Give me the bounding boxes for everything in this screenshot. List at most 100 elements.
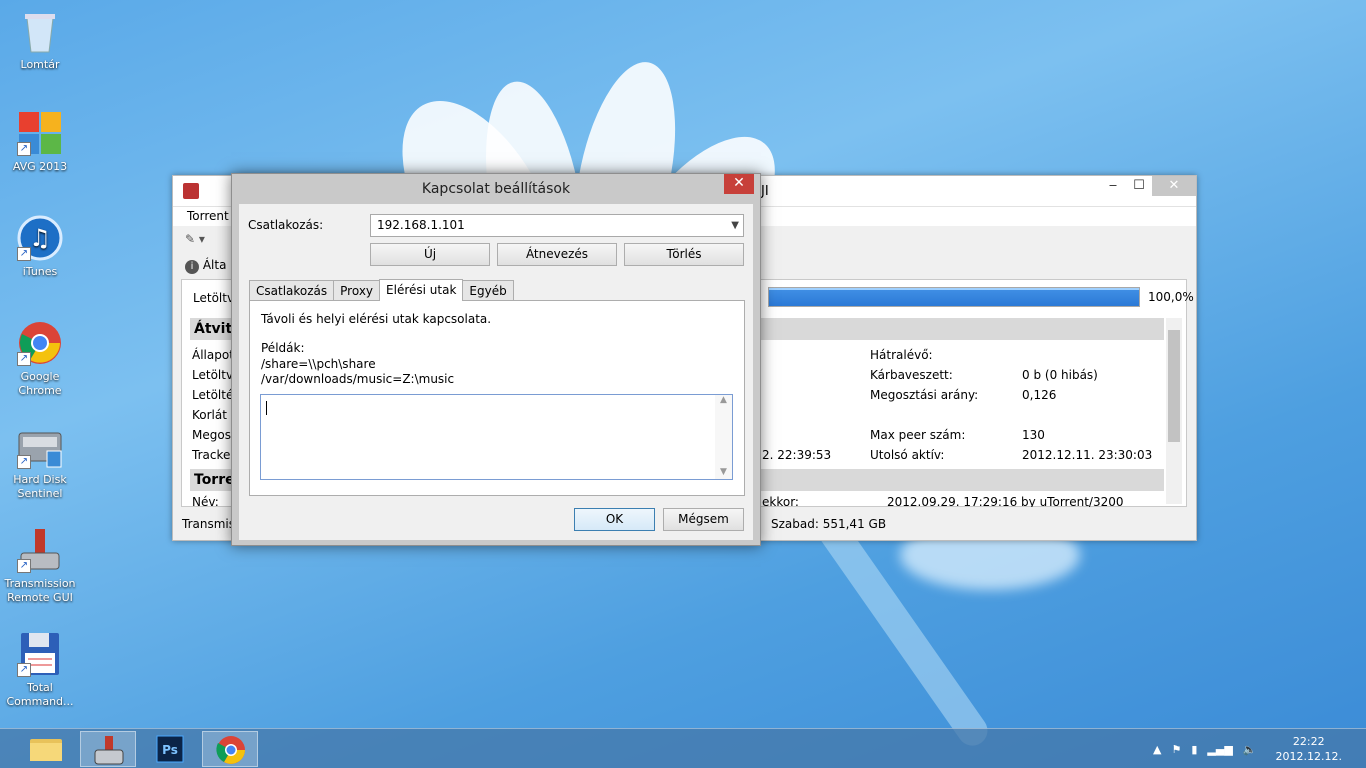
paths-description: Távoli és helyi elérési utak kapcsolata. [261, 312, 492, 326]
connection-label: Csatlakozás: [248, 218, 324, 232]
tracker-time-value: 2. 22:39:53 [762, 448, 832, 462]
tab-paths[interactable]: Elérési utak [379, 279, 464, 301]
desktop-icon-avg[interactable]: ↗ AVG 2013 [4, 110, 76, 174]
tab-general-label: Álta [202, 258, 227, 272]
clock[interactable]: 22:22 2012.12.12. [1276, 734, 1342, 764]
info-value: 130 [1022, 428, 1045, 442]
minimize-button[interactable]: ‒ [1100, 176, 1126, 196]
main-title-suffix: JI [761, 184, 769, 199]
taskbar-chrome[interactable] [202, 731, 258, 767]
desktop-icon-transmission[interactable]: ↗ Transmission Remote GUI [4, 527, 76, 605]
taskbar-file-explorer[interactable] [18, 731, 74, 767]
desktop-icon-label: Google Chrome [18, 370, 62, 397]
shortcut-arrow-icon: ↗ [17, 559, 31, 573]
floppy-icon: ↗ [17, 631, 63, 677]
info-label: Kárbaveszett: [870, 368, 953, 382]
shortcut-arrow-icon: ↗ [17, 352, 31, 366]
photoshop-icon: Ps [156, 735, 184, 763]
show-hidden-icons-icon[interactable]: ▲ [1153, 743, 1161, 756]
desktop-icon-chrome[interactable]: ↗ Google Chrome [4, 320, 76, 398]
desktop-icon-itunes[interactable]: ♫ ↗ iTunes [4, 215, 76, 279]
avg-icon: ↗ [17, 110, 63, 156]
example-line: /share=\\pch\share [261, 357, 376, 371]
paths-textarea[interactable]: ▲ ▼ [260, 394, 733, 480]
info-label: Max peer szám: [870, 428, 966, 442]
taskbar-photoshop[interactable]: Ps [142, 731, 198, 767]
connection-select[interactable]: 192.168.1.101 ▼ [370, 214, 744, 237]
desktop-icon-hard-disk-sentinel[interactable]: ↗ Hard Disk Sentinel [4, 423, 76, 501]
delete-connection-button[interactable]: Törlés [624, 243, 744, 266]
tab-proxy[interactable]: Proxy [333, 280, 381, 301]
info-value: 2012.12.11. 23:30:03 [1022, 448, 1153, 462]
desktop-icon-label: AVG 2013 [12, 160, 68, 173]
desktop-icon-total-commander[interactable]: ↗ Total Command... [4, 631, 76, 709]
desktop-icon-label: Transmission Remote GUI [4, 577, 76, 604]
taskbar: Ps ▲ ⚑ ▮ ▂▄▆ 🔈 22:22 2012.12.12. [0, 728, 1366, 768]
desktop-icon-label: Hard Disk Sentinel [13, 473, 67, 500]
example-line: /var/downloads/music=Z:\music [261, 372, 455, 386]
desktop-icon-recycle-bin[interactable]: Lomtár [4, 8, 76, 72]
chrome-icon: ↗ [17, 320, 63, 366]
dialog-close-button[interactable]: ✕ [724, 174, 754, 194]
details-scrollbar[interactable] [1166, 318, 1182, 504]
folder-icon [30, 739, 62, 761]
menu-torrent[interactable]: Torrent [187, 209, 229, 223]
info-value: 0 b (0 hibás) [1022, 368, 1098, 382]
battery-icon[interactable]: ▮ [1191, 743, 1197, 756]
recycle-bin-icon [17, 8, 63, 54]
itunes-icon: ♫ ↗ [17, 215, 63, 261]
scroll-up-icon[interactable]: ▲ [715, 395, 732, 405]
flag-icon[interactable]: ⚑ [1171, 743, 1181, 756]
created-by-value: 2012.09.29. 17:29:16 by uTorrent/3200 [887, 495, 1124, 507]
tab-connection[interactable]: Csatlakozás [249, 280, 335, 301]
paths-tab-panel: Távoli és helyi elérési utak kapcsolata.… [249, 300, 745, 496]
close-button[interactable]: ✕ [1152, 176, 1196, 196]
connection-select-value: 192.168.1.101 [377, 218, 465, 232]
connect-icon[interactable]: ✎ ▾ [185, 232, 205, 246]
transmission-icon [94, 736, 124, 765]
connection-settings-dialog: Kapcsolat beállítások ✕ Csatlakozás: 192… [231, 173, 761, 546]
maximize-button[interactable]: ☐ [1126, 176, 1152, 196]
info-icon: i [185, 260, 199, 274]
created-by-label: ekkor: [762, 495, 799, 507]
volume-icon[interactable]: 🔈 [1243, 743, 1257, 756]
textarea-scrollbar[interactable]: ▲ ▼ [715, 395, 732, 479]
hard-disk-icon: ↗ [17, 423, 63, 469]
shortcut-arrow-icon: ↗ [17, 455, 31, 469]
info-label: Név: [192, 495, 219, 507]
status-left: Transmis [182, 517, 235, 531]
progress-fill [769, 288, 1139, 306]
transmission-icon: ↗ [17, 527, 63, 573]
cancel-button[interactable]: Mégsem [663, 508, 744, 531]
info-label: Utolsó aktív: [870, 448, 945, 462]
dialog-title: Kapcsolat beállítások [421, 181, 571, 197]
tab-general[interactable]: i Álta [185, 258, 226, 274]
info-label: Megosztási arány: [870, 388, 979, 402]
taskbar-transmission[interactable] [80, 731, 136, 767]
info-label: Hátralévő: [870, 348, 933, 362]
rename-connection-button[interactable]: Átnevezés [497, 243, 617, 266]
desktop-icon-label: Lomtár [20, 58, 60, 71]
status-free-space: Szabad: 551,41 GB [771, 517, 887, 531]
scrollbar-thumb[interactable] [1168, 330, 1180, 442]
dialog-body: Csatlakozás: 192.168.1.101 ▼ Új Átnevezé… [239, 204, 753, 540]
shortcut-arrow-icon: ↗ [17, 247, 31, 261]
text-caret [266, 401, 267, 415]
download-progress-bar [768, 287, 1140, 307]
chrome-icon [216, 736, 245, 764]
progress-percent: 100,0% [1148, 290, 1194, 304]
chevron-down-icon: ▼ [731, 220, 739, 231]
network-icon[interactable]: ▂▄▆ [1207, 743, 1232, 756]
svg-text:Ps: Ps [162, 743, 178, 757]
desktop-icon-label: Total Command... [6, 681, 74, 708]
scroll-down-icon[interactable]: ▼ [715, 467, 732, 477]
new-connection-button[interactable]: Új [370, 243, 490, 266]
app-icon [183, 183, 199, 199]
dialog-titlebar: Kapcsolat beállítások ✕ [232, 174, 760, 204]
ok-button[interactable]: OK [574, 508, 655, 531]
info-value: 0,126 [1022, 388, 1057, 402]
shortcut-arrow-icon: ↗ [17, 142, 31, 156]
tab-other[interactable]: Egyéb [462, 280, 514, 301]
clock-date: 2012.12.12. [1275, 750, 1342, 763]
clock-time: 22:22 [1292, 735, 1325, 748]
